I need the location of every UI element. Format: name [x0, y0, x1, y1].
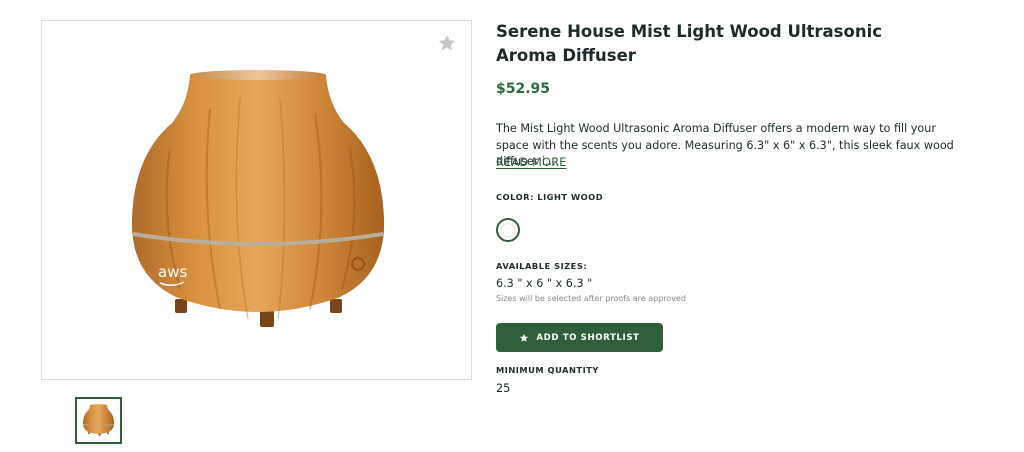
product-price: $52.95 [496, 81, 551, 97]
star-icon [520, 333, 529, 342]
add-to-shortlist-button[interactable]: ADD TO SHORTLIST [496, 323, 663, 352]
minimum-quantity-value: 25 [496, 382, 511, 395]
product-thumbnail[interactable] [75, 397, 122, 444]
minimum-quantity-label: MINIMUM QUANTITY [496, 365, 599, 375]
product-title: Serene House Mist Light Wood Ultrasonic … [496, 22, 883, 65]
svg-text:aws: aws [158, 263, 187, 281]
read-more-link[interactable]: READ MORE [496, 156, 567, 169]
color-label: COLOR: LIGHT WOOD [496, 192, 604, 202]
available-sizes-label: AVAILABLE SIZES: [496, 261, 588, 271]
product-image-frame: aws [41, 20, 472, 380]
color-swatch-light-wood[interactable] [496, 218, 520, 242]
add-to-shortlist-label: ADD TO SHORTLIST [536, 332, 640, 343]
size-note: Sizes will be selected after proofs are … [496, 294, 686, 303]
product-details: Serene House Mist Light Wood Ultrasonic … [496, 20, 976, 395]
product-image: aws [131, 70, 385, 327]
thumbnail-image [82, 404, 115, 436]
favorite-star-icon[interactable] [437, 33, 457, 53]
size-value: 6.3 " x 6 " x 6.3 " [496, 277, 593, 290]
